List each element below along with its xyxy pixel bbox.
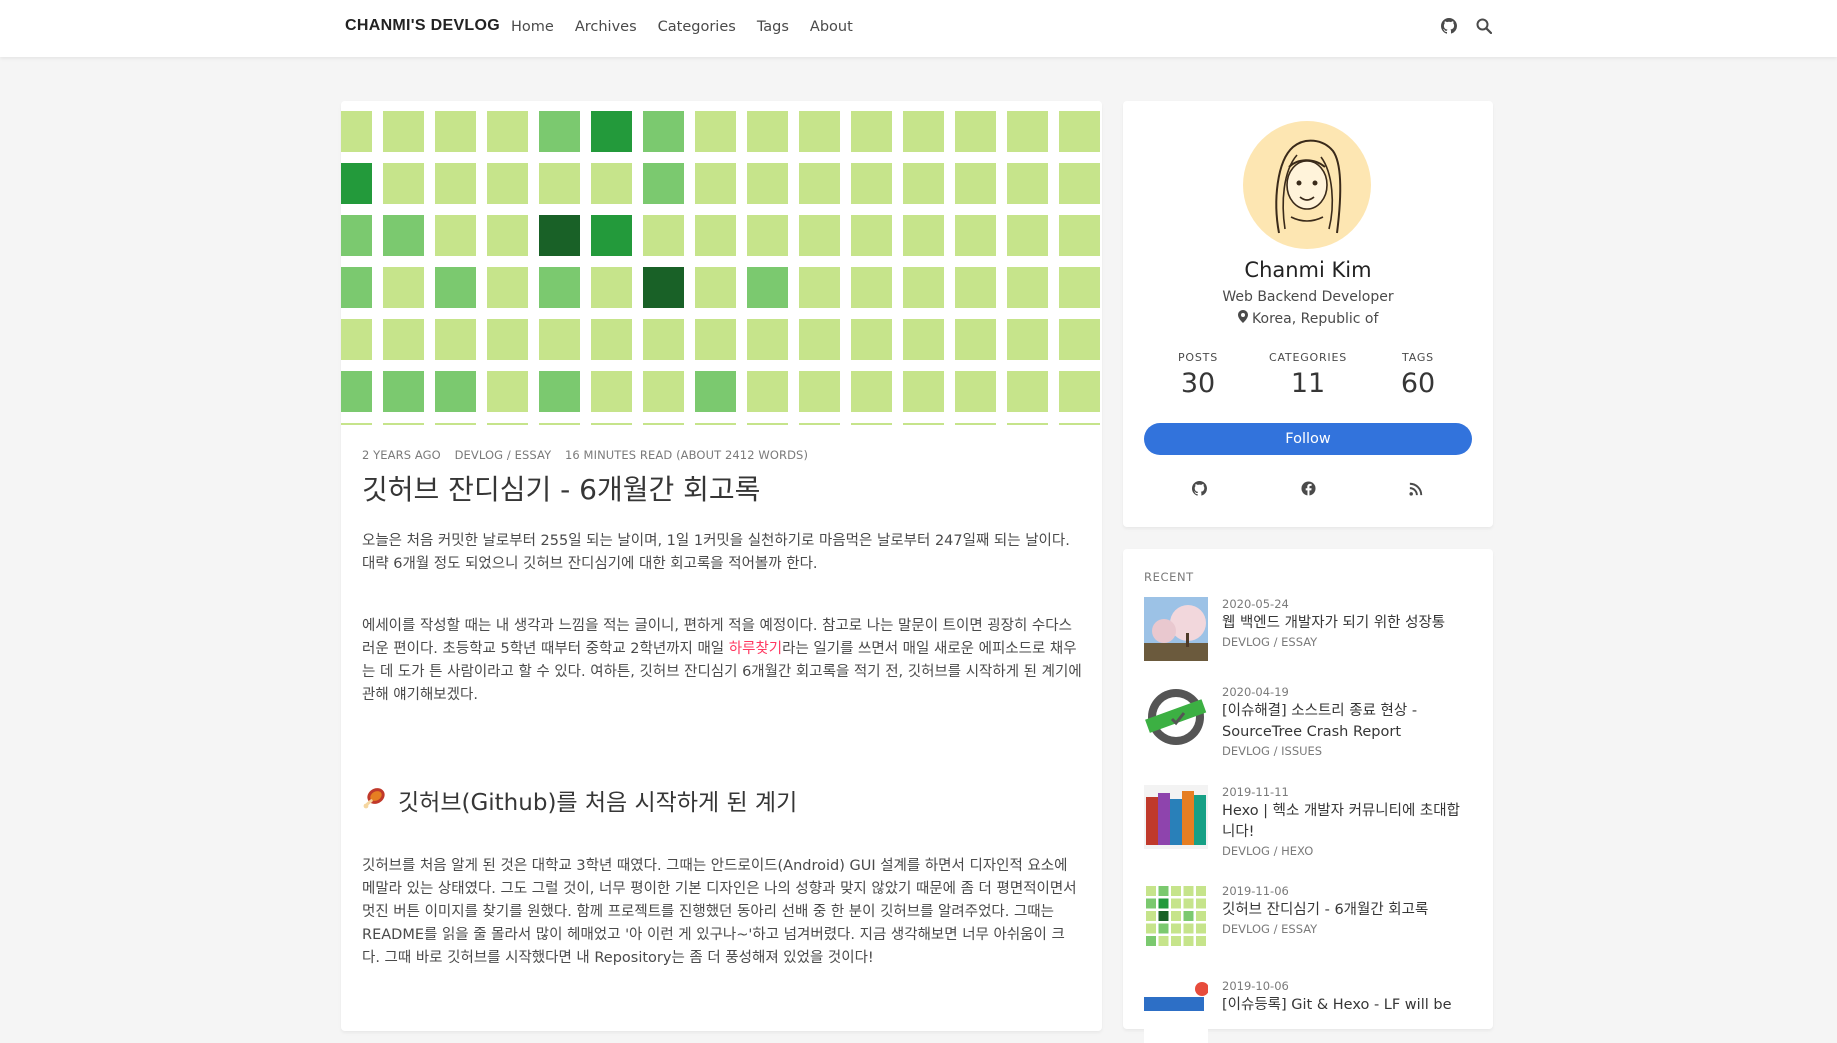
- stat-label: CATEGORIES: [1268, 351, 1348, 364]
- nav-archives[interactable]: Archives: [575, 19, 637, 35]
- facebook-icon[interactable]: [1301, 481, 1317, 497]
- post-meta: 2 YEARS AGO DEVLOG / ESSAY 16 MINUTES RE…: [362, 448, 1082, 462]
- profile-card: Chanmi Kim Web Backend Developer Korea, …: [1123, 101, 1493, 527]
- nav-about[interactable]: About: [810, 19, 853, 35]
- nav-tags[interactable]: Tags: [757, 19, 789, 35]
- recent-title[interactable]: 깃허브 잔디심기 - 6개월간 회고록: [1222, 900, 1472, 921]
- meat-icon: [362, 784, 388, 816]
- post-title: 깃허브 잔디심기 - 6개월간 회고록: [362, 473, 761, 506]
- stat-value: 60: [1400, 368, 1436, 399]
- diary-link[interactable]: 하루찾기: [729, 641, 782, 657]
- recent-thumbnail[interactable]: [1144, 979, 1208, 1043]
- map-marker-icon: [1237, 310, 1248, 327]
- search-icon[interactable]: [1476, 18, 1493, 35]
- nav-links: Home Archives Categories Tags About: [511, 19, 874, 35]
- stat-value: 11: [1290, 368, 1326, 399]
- recent-thumbnail[interactable]: [1144, 597, 1208, 661]
- recent-text: 2020-04-19 [이슈해결] 소스트리 종료 현상 - SourceTre…: [1222, 685, 1472, 758]
- recent-date: 2020-05-24: [1222, 597, 1289, 611]
- github-icon[interactable]: [1441, 18, 1458, 35]
- stat-categories[interactable]: CATEGORIES 11: [1253, 351, 1363, 399]
- nav-icons: [1441, 18, 1493, 35]
- recent-title[interactable]: 웹 백엔드 개발자가 되기 위한 성장통: [1222, 613, 1472, 634]
- profile-stats: POSTS 30 CATEGORIES 11 TAGS 60: [1143, 351, 1473, 399]
- profile-location: Korea, Republic of: [1123, 310, 1493, 327]
- post-time: 2 YEARS AGO: [362, 448, 441, 462]
- cover-image[interactable]: [341, 101, 1102, 464]
- post-card: 2 YEARS AGO DEVLOG / ESSAY 16 MINUTES RE…: [341, 101, 1102, 1031]
- nav-categories[interactable]: Categories: [658, 19, 736, 35]
- nav-home[interactable]: Home: [511, 19, 554, 35]
- recent-category[interactable]: DEVLOG / ESSAY: [1222, 635, 1472, 649]
- recent-title[interactable]: Hexo | 헥소 개발자 커뮤니티에 초대합니다!: [1222, 801, 1472, 843]
- post-read-time: 16 MINUTES READ (ABOUT 2412 WORDS): [564, 448, 809, 462]
- recent-category[interactable]: DEVLOG / ISSUES: [1222, 744, 1472, 758]
- recent-category[interactable]: DEVLOG / ESSAY: [1222, 922, 1472, 936]
- recent-category[interactable]: DEVLOG / HEXO: [1222, 844, 1472, 858]
- paragraph-github-start: 깃허브를 처음 알게 된 것은 대학교 3학년 때였다. 그때는 안드로이드(A…: [362, 858, 1077, 966]
- recent-text: 2020-05-24 웹 백엔드 개발자가 되기 위한 성장통 DEVLOG /…: [1222, 597, 1472, 649]
- paragraph-intro: 오늘은 처음 커밋한 날로부터 255일 되는 날이며, 1일 1커밋을 실천하…: [362, 533, 1070, 572]
- recent-posts-card: RECENT 2020-05-24 웹 백엔드 개발자가 되기 위한 성장통 D…: [1123, 549, 1493, 1043]
- recent-text: 2019-11-11 Hexo | 헥소 개발자 커뮤니티에 초대합니다! DE…: [1222, 785, 1472, 858]
- recent-date: 2019-10-06: [1222, 979, 1289, 993]
- section-heading: 깃허브(Github)를 처음 시작하게 된 계기: [362, 783, 1082, 817]
- stat-label: TAGS: [1402, 351, 1434, 364]
- recent-thumbnail[interactable]: [1144, 884, 1208, 948]
- profile-name: Chanmi Kim: [1244, 258, 1372, 282]
- profile-title: Web Backend Developer: [1222, 289, 1394, 305]
- paragraph-essay: 에세이를 작성할 때는 내 생각과 느낌을 적는 글이니, 편하게 적을 예정이…: [362, 615, 1082, 707]
- recent-thumbnail[interactable]: [1144, 685, 1208, 749]
- stat-label: POSTS: [1178, 351, 1218, 364]
- brand-logo[interactable]: CHANMI'S DEVLOG: [345, 17, 500, 35]
- recent-text: 2019-10-06 [이슈등록] Git & Hexo - LF will b…: [1222, 979, 1472, 1017]
- section-heading-text: 깃허브(Github)를 처음 시작하게 된 계기: [398, 790, 798, 816]
- recent-date: 2020-04-19: [1222, 685, 1289, 699]
- recent-text: 2019-11-06 깃허브 잔디심기 - 6개월간 회고록 DEVLOG / …: [1222, 884, 1472, 936]
- follow-button[interactable]: Follow: [1144, 423, 1472, 455]
- profile-location-text: Korea, Republic of: [1252, 311, 1379, 327]
- recent-title[interactable]: [이슈등록] Git & Hexo - LF will be: [1222, 995, 1472, 1016]
- post-body: 2 YEARS AGO DEVLOG / ESSAY 16 MINUTES RE…: [362, 448, 1082, 970]
- navbar: CHANMI'S DEVLOG Home Archives Categories…: [0, 0, 1837, 57]
- recent-date: 2019-11-11: [1222, 785, 1289, 799]
- rss-icon[interactable]: [1409, 481, 1425, 497]
- contribution-grid-image: [341, 111, 1100, 464]
- github-icon[interactable]: [1192, 481, 1208, 497]
- recent-title[interactable]: [이슈해결] 소스트리 종료 현상 - SourceTree Crash Rep…: [1222, 701, 1472, 743]
- post-category[interactable]: DEVLOG / ESSAY: [455, 448, 552, 462]
- recent-heading: RECENT: [1144, 570, 1194, 584]
- recent-thumbnail[interactable]: [1144, 785, 1208, 849]
- stat-tags[interactable]: TAGS 60: [1363, 351, 1473, 399]
- avatar: [1243, 121, 1371, 249]
- recent-date: 2019-11-06: [1222, 884, 1289, 898]
- stat-posts[interactable]: POSTS 30: [1143, 351, 1253, 399]
- stat-value: 30: [1180, 368, 1216, 399]
